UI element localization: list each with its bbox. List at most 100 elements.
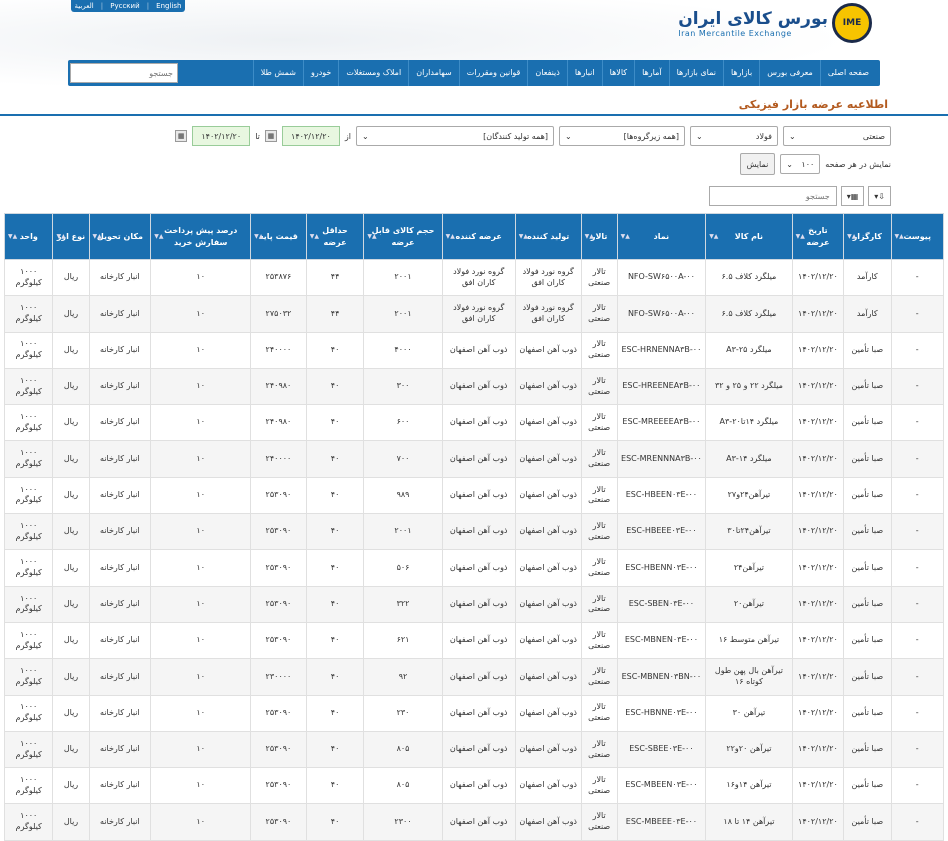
table-row[interactable]: - صبا تأمین ۱۴۰۲/۱۲/۲۰ تیرآهن بال پهن طول ک… — [3, 658, 944, 696]
cell-producer: ذوب آهن اصفهان — [514, 694, 582, 732]
cell-currency: ریال — [52, 367, 90, 406]
chevron-down-icon: ⌄ — [362, 131, 369, 141]
date-from-input[interactable]: ۱۴۰۲/۱۲/۲۰ — [281, 126, 340, 146]
nav-item-markets[interactable]: بازارها — [722, 60, 759, 86]
table-row[interactable]: - کارآمد ۱۴۰۲/۱۲/۲۰ میلگرد کلاف ۶.۵ NFO-SW۶۵… — [3, 258, 944, 297]
nav-item-real-estate[interactable]: املاک ومستغلات — [338, 60, 408, 86]
sort-icon: ▲▼ — [309, 232, 319, 240]
cell-base-price: ۲۵۳۸۷۶ — [250, 258, 307, 297]
export-button[interactable]: ⇩▾ — [868, 186, 891, 206]
column-header-delivery-place[interactable]: مکان تحویل ▲▼ — [88, 213, 152, 260]
column-header-producer[interactable]: تولید کننده ▲▼ — [514, 213, 582, 260]
cell-hall: تالار صنعتی — [580, 730, 618, 769]
paging-bar: نمایش در هر صفحه ۱۰۰ ⌄ نمایش — [739, 153, 891, 175]
nav-item-market-view[interactable]: نمای بازارها — [668, 60, 723, 86]
calendar-icon[interactable]: ▦ — [175, 130, 188, 142]
table-row[interactable]: - کارآمد ۱۴۰۲/۱۲/۲۰ میلگرد کلاف ۶.۵ NFO-SW۶۵… — [3, 295, 944, 333]
nav-item-statistics[interactable]: آمارها — [634, 60, 668, 86]
table-search-input[interactable] — [708, 186, 837, 206]
table-row[interactable]: - صبا تأمین ۱۴۰۲/۱۲/۲۰ میلگرد ۱۴-A۳ ESC-MREN… — [3, 440, 944, 478]
column-header-base-price[interactable]: قیمت پایه ▲▼ — [250, 213, 307, 260]
table-row[interactable]: - صبا تأمین ۱۴۰۲/۱۲/۲۰ میلگرد ۲۲ و ۲۵ و ۳۲ E… — [3, 367, 944, 406]
table-row[interactable]: - صبا تأمین ۱۴۰۲/۱۲/۲۰ تیرآهن ۱۴و۱۶ ESC-MBEE… — [3, 767, 944, 805]
cell-currency: ریال — [52, 730, 90, 769]
subgroup-select[interactable]: [همه زیرگروه‌ها] ⌄ — [559, 126, 685, 146]
column-header-offer-volume[interactable]: حجم کالای قابل عرضه ▲▼ — [363, 213, 443, 260]
cell-currency: ریال — [52, 621, 90, 660]
sort-icon: ▲▼ — [847, 232, 857, 240]
date-to-input[interactable]: ۱۴۰۲/۱۲/۲۰ — [192, 126, 251, 146]
cell-broker: صبا تأمین — [843, 694, 892, 732]
nav-item-stakeholders[interactable]: ذینفعان — [527, 60, 566, 86]
table-row[interactable]: - صبا تأمین ۱۴۰۲/۱۲/۲۰ تیرآهن متوسط ۱۶ ESC-M… — [3, 621, 944, 660]
cell-min-offer: ۴۰ — [305, 730, 365, 769]
group-select[interactable]: فولاد ⌄ — [690, 126, 778, 146]
cell-min-offer: ۴۰ — [305, 694, 365, 732]
cell-min-offer: ۴۰ — [305, 621, 365, 660]
site-logo[interactable]: IME بورس کالای ایران Iran Mercantile Exc… — [678, 3, 872, 43]
cell-delivery-place: انبار کارخانه — [88, 549, 152, 587]
lang-english[interactable]: English — [156, 2, 181, 10]
table-row[interactable]: - صبا تأمین ۱۴۰۲/۱۲/۲۰ میلگرد ۲۵-A۳ ESC-HRNE… — [3, 331, 944, 369]
cell-producer: ذوب آهن اصفهان — [514, 331, 582, 369]
table-row[interactable]: - صبا تأمین ۱۴۰۲/۱۲/۲۰ تیرآهن۲۴تا۳۰ ESC-HBEE… — [3, 513, 944, 551]
column-header-broker[interactable]: کارگزار ▲▼ — [843, 213, 892, 260]
cell-delivery-place: انبار کارخانه — [88, 476, 152, 515]
cell-commodity-name: میلگرد ۱۴تا۲۰-A۳ — [705, 404, 793, 442]
cell-currency: ریال — [52, 658, 90, 696]
cell-symbol: ESC-HREENEA۳B-۰۰ — [616, 367, 707, 406]
calendar-icon[interactable]: ▦ — [264, 130, 277, 142]
cell-base-price: ۲۷۵۰۳۲ — [250, 295, 307, 333]
column-header-hall[interactable]: تالار ▲▼ — [580, 213, 618, 260]
column-header-prepayment-percent[interactable]: درصد پیش پرداخت سفارش خرید ▲▼ — [150, 213, 252, 260]
column-header-commodity-name[interactable]: نام کالا ▲▼ — [705, 213, 793, 260]
lang-russian[interactable]: Русский — [110, 2, 139, 10]
cell-commodity-name: تیرآهن۲۴تا۳۰ — [705, 513, 793, 551]
lang-arabic[interactable]: العربية — [75, 2, 94, 10]
table-row[interactable]: - صبا تأمین ۱۴۰۲/۱۲/۲۰ تیرآهن۲۴و۲۷ ESC-HBEEN… — [3, 476, 944, 515]
column-header-offer-date[interactable]: تاریخ عرضه ▲▼ — [791, 213, 845, 260]
cell-symbol: ESC-HBEEE۰۳E-۰۰ — [616, 513, 707, 551]
show-button[interactable]: نمایش — [739, 153, 776, 175]
nav-item-gold-bullion[interactable]: شمش طلا — [252, 60, 303, 86]
cell-attachment: - — [890, 803, 944, 841]
cell-min-offer: ۴۰ — [305, 767, 365, 805]
market-select[interactable]: صنعتی ⌄ — [783, 126, 891, 146]
table-row[interactable]: - صبا تأمین ۱۴۰۲/۱۲/۲۰ میلگرد ۱۴تا۲۰-A۳ ESC-… — [3, 404, 944, 442]
cell-prepayment-percent: ۱۰ — [150, 513, 252, 551]
nav-item-about[interactable]: معرفی بورس — [759, 60, 820, 86]
column-header-symbol[interactable]: نماد ▲▼ — [616, 213, 707, 260]
column-header-min-offer[interactable]: حداقل عرضه ▲▼ — [305, 213, 365, 260]
column-header-supplier[interactable]: عرضه کننده ▲▼ — [441, 213, 516, 260]
table-row[interactable]: - صبا تأمین ۱۴۰۲/۱۲/۲۰ تیرآهن ۲۰و۲۲ ESC-SBEE… — [3, 730, 944, 769]
nav-item-regulations[interactable]: قوانین ومقررات — [458, 60, 528, 86]
nav-item-commodities[interactable]: کالاها — [601, 60, 634, 86]
nav-item-home[interactable]: صفحه اصلی — [819, 60, 876, 86]
table-row[interactable]: - صبا تأمین ۱۴۰۲/۱۲/۲۰ تیرآهن ۳۰ ESC-HBNNE۰۳… — [3, 694, 944, 732]
cell-producer: ذوب آهن اصفهان — [514, 404, 582, 442]
cell-attachment: - — [890, 694, 944, 732]
nav-item-shareholders[interactable]: سهامداران — [408, 60, 459, 86]
cell-broker: صبا تأمین — [843, 549, 892, 587]
nav-item-automobile[interactable]: خودرو — [302, 60, 338, 86]
table-row[interactable]: - صبا تأمین ۱۴۰۲/۱۲/۲۰ تیرآهن ۱۴ تا ۱۸ ESC-M… — [3, 803, 944, 841]
cell-offer-volume: ۶۲۱ — [363, 621, 443, 660]
nav-search-input[interactable] — [70, 63, 178, 83]
table-row[interactable]: - صبا تأمین ۱۴۰۲/۱۲/۲۰ تیرآهن۲۴ ESC-HBENN۰۳E… — [3, 549, 944, 587]
sort-icon: ▲▼ — [254, 232, 264, 240]
cell-currency: ریال — [52, 295, 90, 333]
cell-producer: گروه نورد فولاد کاران افق — [514, 295, 582, 333]
page-size-select[interactable]: ۱۰۰ ⌄ — [780, 154, 821, 174]
nav-item-warehouses[interactable]: انبارها — [566, 60, 602, 86]
cell-base-price: ۲۵۳۰۹۰ — [250, 476, 307, 515]
cell-base-price: ۲۵۳۰۹۰ — [250, 621, 307, 660]
table-row[interactable]: - صبا تأمین ۱۴۰۲/۱۲/۲۰ تیرآهن۲۰ ESC-SBEN۰۳E-… — [3, 585, 944, 623]
column-header-attachment[interactable]: پیوست ▲▼ — [890, 213, 944, 260]
cell-base-price: ۲۵۳۰۹۰ — [250, 694, 307, 732]
columns-button[interactable]: ▦▾ — [840, 186, 865, 206]
cell-currency: ریال — [52, 585, 90, 623]
producer-select[interactable]: [همه تولید کنندگان] ⌄ — [356, 126, 554, 146]
cell-attachment: - — [890, 367, 944, 406]
column-header-unit[interactable]: واحد ▲▼ — [3, 213, 54, 260]
column-header-currency[interactable]: نوع ارز ▲▼ — [52, 213, 90, 260]
